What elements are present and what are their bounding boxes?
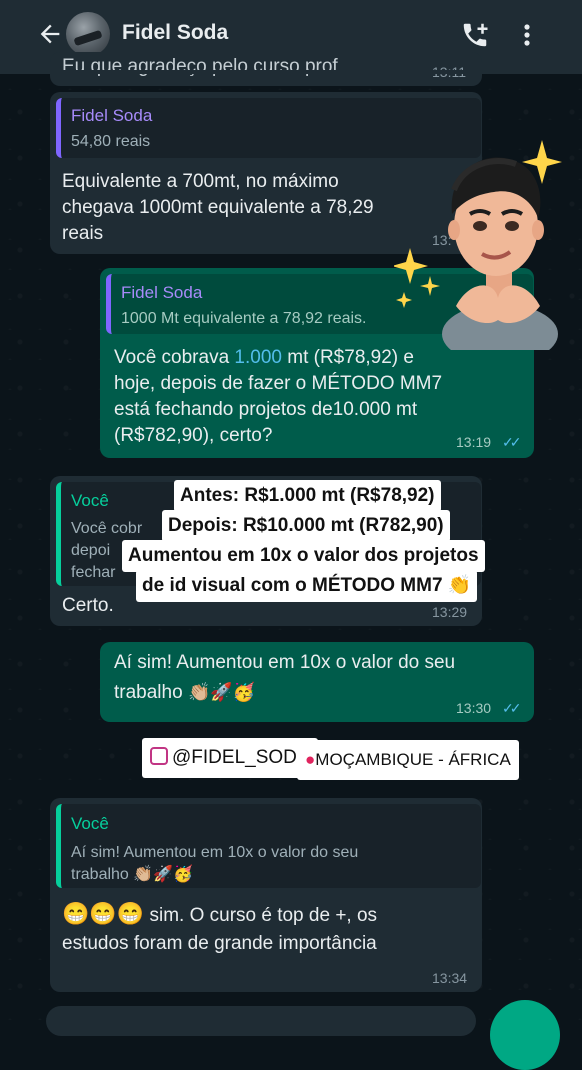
contact-avatar[interactable] bbox=[66, 12, 110, 56]
overlay-caption-line: Aumentou em 10x o valor dos projetos bbox=[122, 540, 485, 572]
message-text: chegava 1000mt equivalente a 78,29 bbox=[62, 197, 374, 218]
message-text: reais bbox=[62, 223, 104, 244]
quoted-text: Você cobr bbox=[71, 520, 143, 537]
message-bubble-incoming[interactable]: Você Aí sim! Aumentou em 10x o valor do … bbox=[50, 798, 482, 992]
location-tag[interactable]: ●MOÇAMBIQUE - ÁFRICA bbox=[297, 740, 519, 780]
message-text: Eu que agradeço pelo curso prof bbox=[62, 56, 338, 77]
instagram-handle-tag[interactable]: @FIDEL_SODA bbox=[142, 738, 318, 778]
message-text: estudos foram de grande importância bbox=[62, 933, 377, 954]
emoji-icon: 👏🏼🚀🥳 bbox=[187, 682, 256, 702]
message-text-segment: sim. O curso é top de +, os bbox=[144, 905, 378, 926]
overlay-caption-line: de id visual com o MÉTODO MM7 👏 bbox=[136, 570, 478, 602]
location-pin-icon: ● bbox=[305, 750, 316, 769]
overlay-caption-line: Depois: R$10.000 mt (R782,90) bbox=[162, 510, 450, 542]
read-ticks-icon: ✓✓ bbox=[502, 700, 522, 716]
read-ticks-icon: ✓✓ bbox=[502, 434, 522, 450]
message-text: Certo. bbox=[62, 595, 114, 616]
message-time: 13:34 bbox=[432, 970, 468, 986]
message-time: 13:19 bbox=[456, 434, 492, 450]
arrow-left-icon[interactable] bbox=[36, 20, 64, 48]
quoted-text: 54,80 reais bbox=[71, 133, 151, 150]
add-call-icon[interactable] bbox=[460, 20, 490, 50]
location-text: MOÇAMBIQUE - ÁFRICA bbox=[315, 750, 511, 769]
message-text: Equivalente a 700mt, no máximo bbox=[62, 171, 339, 192]
quoted-sender: Fidel Soda bbox=[71, 106, 153, 125]
quoted-text-segment: trabalho bbox=[71, 866, 129, 883]
instagram-handle: @FIDEL_SODA bbox=[172, 747, 310, 768]
mic-icon[interactable] bbox=[490, 1000, 560, 1070]
quoted-text: Aí sim! Aumentou em 10x o valor do seu bbox=[71, 844, 359, 861]
message-time: 13:29 bbox=[432, 604, 468, 620]
quoted-text: trabalho 👏🏼🚀🥳 bbox=[71, 864, 193, 886]
header-shadow bbox=[0, 70, 582, 74]
message-bubble-incoming[interactable]: Eu que agradeço pelo curso prof 13:11 bbox=[50, 52, 482, 86]
message-text-segment: trabalho bbox=[114, 682, 183, 703]
message-text: hoje, depois de fazer o MÉTODO MM7 bbox=[114, 373, 443, 394]
quoted-text: 1000 Mt equivalente a 78,92 reais. bbox=[121, 310, 367, 327]
quoted-message[interactable]: Você Aí sim! Aumentou em 10x o valor do … bbox=[56, 804, 481, 888]
quoted-text: fechar bbox=[71, 564, 116, 581]
more-vert-icon[interactable] bbox=[520, 20, 534, 50]
message-text: Aí sim! Aumentou em 10x o valor do seu bbox=[114, 652, 456, 673]
message-text: 😁😁😁 sim. O curso é top de +, os bbox=[62, 900, 377, 929]
instagram-icon bbox=[150, 747, 168, 765]
clap-emoji-icon: 👏 bbox=[447, 575, 472, 596]
emoji-icon: 👏🏼🚀🥳 bbox=[133, 866, 194, 883]
contact-name[interactable]: Fidel Soda bbox=[122, 21, 228, 45]
quoted-text: depoi bbox=[71, 542, 111, 559]
message-text: trabalho 👏🏼🚀🥳 bbox=[114, 679, 255, 706]
quoted-sender: Você bbox=[71, 814, 109, 833]
message-bubble-outgoing[interactable]: Aí sim! Aumentou em 10x o valor do seu t… bbox=[100, 642, 534, 722]
message-text-segment: mt (R$78,92) e bbox=[281, 347, 414, 368]
message-text-segment: Você cobrava bbox=[114, 347, 235, 368]
message-text: Você cobrava 1.000 mt (R$78,92) e bbox=[114, 344, 414, 371]
message-text: está fechando projetos de10.000 mt bbox=[114, 399, 418, 420]
overlay-caption-line: Antes: R$1.000 mt (R$78,92) bbox=[174, 480, 441, 512]
highlighted-number[interactable]: 1.000 bbox=[234, 347, 282, 368]
quoted-sender: Você bbox=[71, 491, 109, 510]
quoted-sender: Fidel Soda bbox=[121, 283, 203, 302]
message-time: 13:30 bbox=[456, 700, 492, 716]
memoji-sticker bbox=[392, 130, 564, 364]
grin-emoji-icon: 😁😁😁 bbox=[62, 901, 145, 926]
overlay-caption-text: de id visual com o MÉTODO MM7 bbox=[142, 575, 443, 596]
message-text: (R$782,90), certo? bbox=[114, 425, 273, 446]
message-input[interactable] bbox=[46, 1006, 476, 1036]
